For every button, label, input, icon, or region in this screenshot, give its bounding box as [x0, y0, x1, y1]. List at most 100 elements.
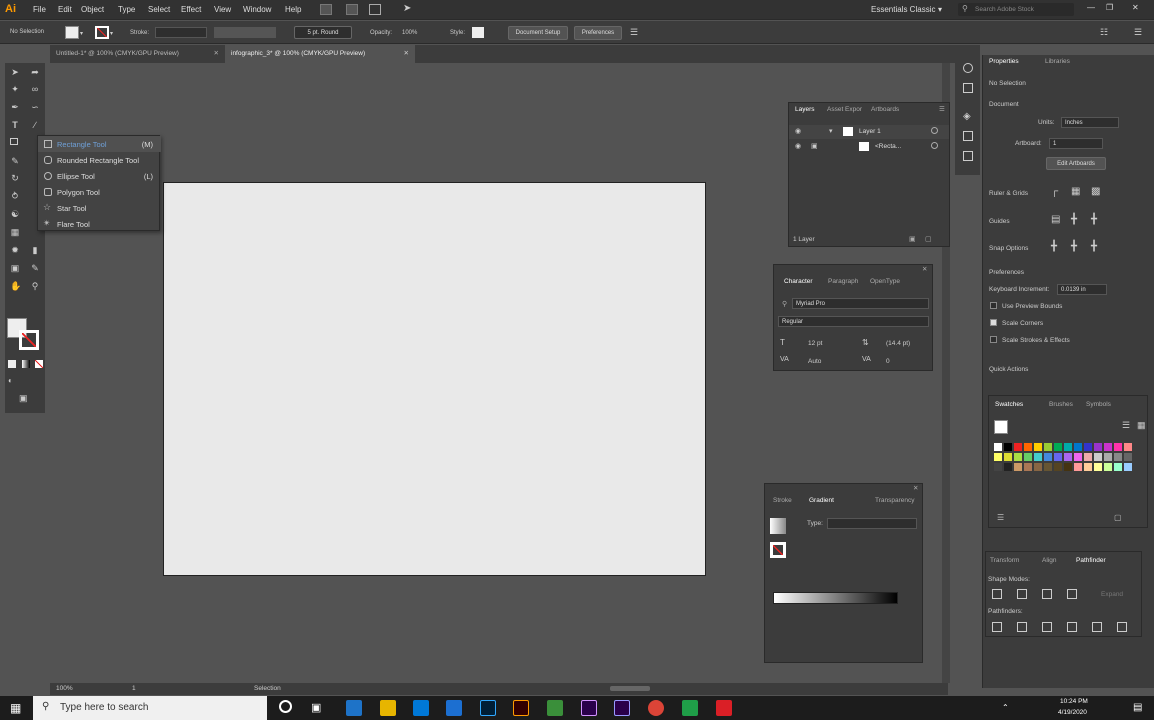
close-icon[interactable]: ✕ — [913, 482, 918, 496]
restore-icon[interactable]: ❐ — [1106, 3, 1113, 12]
ruler-icon[interactable]: ┌ — [1051, 186, 1058, 197]
tab-stroke[interactable]: Stroke — [773, 494, 792, 508]
layer-name[interactable]: Layer 1 — [859, 128, 881, 135]
tab-swatches[interactable]: Swatches — [995, 398, 1023, 412]
clock-date[interactable]: 4/19/2020 — [1058, 709, 1087, 716]
stroke-swatch[interactable] — [95, 26, 109, 39]
gradient-stroke-swatch[interactable] — [770, 542, 786, 558]
snap-to-pixel-icon[interactable]: ╋ — [1091, 241, 1097, 252]
color-swatch[interactable] — [1104, 443, 1112, 451]
color-swatch[interactable] — [1054, 443, 1062, 451]
smart-guides-icon[interactable]: ╋ — [1071, 214, 1077, 225]
stroke-color-swatch[interactable] — [19, 330, 39, 350]
minus-back-icon[interactable] — [1117, 622, 1127, 632]
color-swatch[interactable] — [1014, 443, 1022, 451]
target-icon[interactable] — [931, 127, 938, 134]
close-icon[interactable]: ✕ — [404, 45, 409, 63]
notifications-icon[interactable]: ▤ — [1133, 702, 1142, 713]
flyout-item-rectangle[interactable]: Rectangle Tool (M) — [38, 136, 161, 152]
mesh-tool-icon[interactable]: ▦ — [10, 227, 20, 237]
none-mode-icon[interactable] — [35, 360, 43, 368]
tab-paragraph[interactable]: Paragraph — [828, 275, 858, 289]
app-icon[interactable] — [547, 700, 563, 716]
font-size-value[interactable]: 12 pt — [808, 340, 822, 347]
tab-transform[interactable]: Transform — [990, 554, 1019, 568]
rectangle-tool-icon[interactable] — [10, 138, 18, 145]
tab-properties[interactable]: Properties — [989, 55, 1019, 69]
flyout-item-ellipse[interactable]: Ellipse Tool (L) — [38, 168, 161, 184]
color-swatch[interactable] — [1114, 463, 1122, 471]
snap-to-point-icon[interactable]: ╋ — [1051, 241, 1057, 252]
new-layer-icon[interactable]: ▣ — [909, 235, 916, 243]
lock-icon[interactable]: ▣ — [811, 142, 818, 150]
variable-width-profile[interactable] — [214, 27, 276, 38]
hand-tool-icon[interactable]: ✋ — [10, 281, 21, 291]
selection-tool-icon[interactable]: ➤ — [10, 67, 20, 77]
tab-character[interactable]: Character — [784, 275, 813, 289]
eye-icon[interactable]: ◉ — [795, 127, 801, 135]
menu-type[interactable]: Type — [118, 5, 135, 14]
kerning-value[interactable]: Auto — [808, 358, 821, 365]
color-swatch[interactable] — [1094, 443, 1102, 451]
tab-infographic[interactable]: infographic_3* @ 100% (CMYK/GPU Preview)… — [225, 45, 415, 63]
color-swatch[interactable] — [1034, 463, 1042, 471]
gpu-performance-icon[interactable]: ➤ — [403, 3, 411, 14]
gradient-mode-icon[interactable] — [22, 360, 30, 368]
task-view-icon[interactable]: ▣ — [311, 701, 321, 714]
magic-wand-tool-icon[interactable]: ✦ — [10, 84, 20, 94]
sublayer-row[interactable]: ◉ ▣ <Recta... — [789, 140, 949, 154]
lock-guides-icon[interactable]: ╋ — [1091, 214, 1097, 225]
workspace-switcher[interactable]: Essentials Classic — [871, 5, 935, 14]
app-icon[interactable] — [682, 700, 698, 716]
line-tool-icon[interactable]: ∕ — [30, 120, 40, 130]
menu-select[interactable]: Select — [148, 5, 170, 14]
flyout-item-rounded-rectangle[interactable]: Rounded Rectangle Tool — [38, 152, 161, 168]
color-swatch[interactable] — [994, 453, 1002, 461]
menu-window[interactable]: Window — [243, 5, 271, 14]
file-explorer-icon[interactable] — [380, 700, 396, 716]
color-swatch[interactable] — [1084, 443, 1092, 451]
color-swatch[interactable] — [1104, 453, 1112, 461]
asset-export-icon[interactable] — [963, 131, 973, 141]
color-swatch[interactable] — [1034, 443, 1042, 451]
tab-asset-export[interactable]: Asset Expor — [827, 103, 862, 117]
artboard-number[interactable]: 1 — [132, 685, 136, 692]
color-swatch[interactable] — [994, 443, 1002, 451]
tab-opentype[interactable]: OpenType — [870, 275, 900, 289]
stroke-weight-field[interactable] — [155, 27, 207, 38]
brush-definition[interactable]: 5 pt. Round — [294, 26, 352, 39]
chevron-up-icon[interactable]: ⌃ — [1002, 703, 1009, 712]
swatch-library-icon[interactable]: ☰ — [997, 513, 1004, 522]
zoom-tool-icon[interactable]: ⚲ — [30, 281, 40, 291]
artboards-icon[interactable] — [963, 151, 973, 161]
rotate-tool-icon[interactable]: ↻ — [10, 173, 20, 183]
after-effects-icon[interactable] — [581, 700, 597, 716]
edge-icon[interactable] — [346, 700, 362, 716]
grid-icon[interactable]: ▦ — [1071, 186, 1080, 197]
unite-icon[interactable] — [992, 589, 1002, 599]
color-swatch[interactable] — [1094, 463, 1102, 471]
tab-libraries[interactable]: Libraries — [1045, 55, 1070, 69]
transparency-grid-icon[interactable]: ▩ — [1091, 186, 1100, 197]
eye-icon[interactable]: ◉ — [795, 142, 801, 150]
expand-button[interactable]: Expand — [1101, 591, 1123, 598]
arrange-documents-icon[interactable] — [369, 4, 381, 15]
preferences-button[interactable]: Preferences — [574, 26, 622, 40]
artboard-select[interactable]: 1 — [1049, 138, 1103, 149]
color-swatch[interactable] — [1074, 453, 1082, 461]
font-family-select[interactable]: Myriad Pro — [792, 298, 929, 309]
color-swatch[interactable] — [1074, 463, 1082, 471]
menu-object[interactable]: Object — [81, 5, 104, 14]
exclude-icon[interactable] — [1067, 589, 1077, 599]
gradient-preview-swatch[interactable] — [770, 518, 786, 534]
color-swatch[interactable] — [1124, 443, 1132, 451]
color-swatch[interactable] — [1054, 453, 1062, 461]
tab-transparency[interactable]: Transparency — [875, 494, 915, 508]
color-swatch[interactable] — [1054, 463, 1062, 471]
trash-icon[interactable]: ▢ — [925, 235, 932, 243]
type-tool-icon[interactable]: T — [10, 120, 20, 130]
direct-selection-tool-icon[interactable]: ➦ — [30, 67, 40, 77]
graph-tool-icon[interactable]: ▮ — [30, 245, 40, 255]
color-swatch[interactable] — [1004, 453, 1012, 461]
horizontal-scrollbar[interactable] — [610, 686, 650, 691]
